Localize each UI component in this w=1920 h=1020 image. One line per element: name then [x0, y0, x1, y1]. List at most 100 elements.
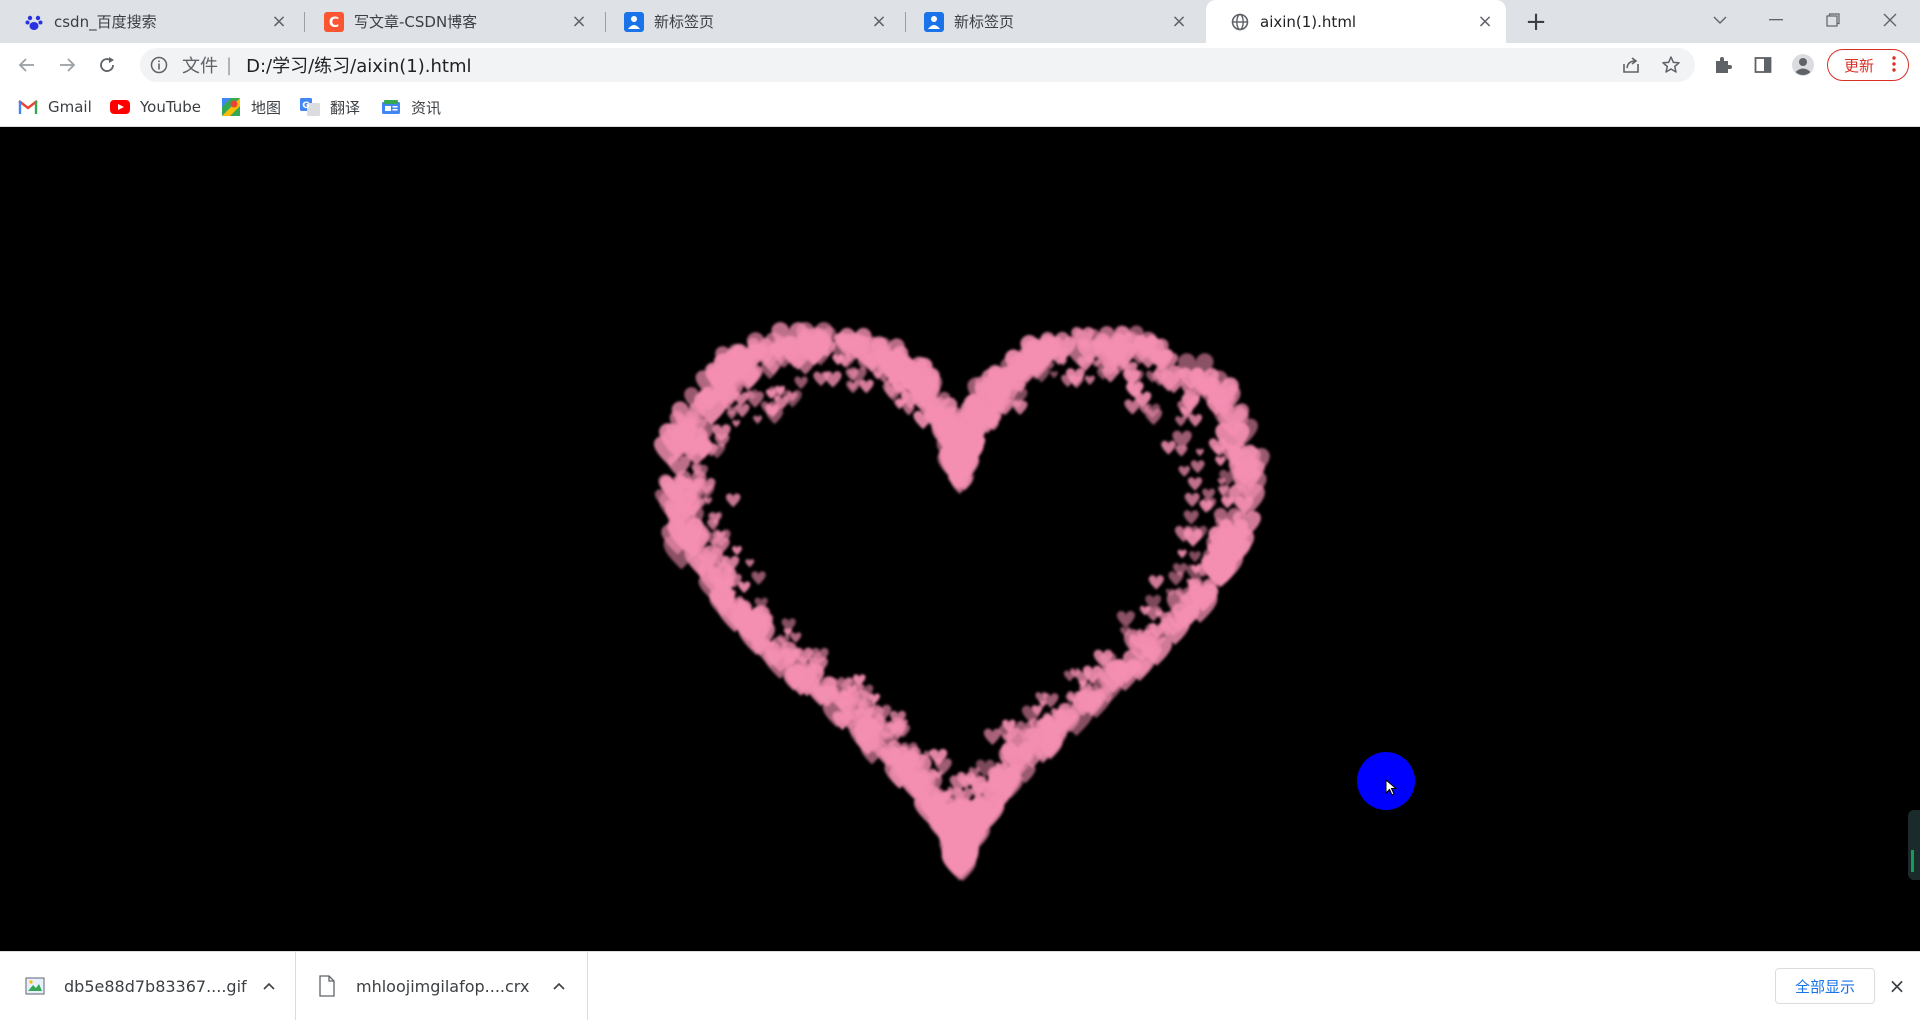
close-download-shelf-icon[interactable]: ×	[1885, 974, 1909, 998]
bookmark-star-icon[interactable]	[1658, 52, 1684, 78]
svg-text:C: C	[329, 15, 339, 31]
svg-text:G: G	[302, 101, 309, 111]
update-button[interactable]: 更新	[1827, 49, 1909, 81]
share-icon[interactable]	[1618, 52, 1644, 78]
heart-particle	[1215, 456, 1226, 467]
url-scheme-label: 文件	[182, 56, 218, 77]
youtube-icon	[110, 97, 130, 117]
tab-close-icon[interactable]: ×	[270, 11, 288, 32]
show-all-downloads-button[interactable]: 全部显示	[1775, 968, 1875, 1004]
heart-particle	[751, 571, 766, 585]
download-filename: mhloojimgilafop....crx	[356, 976, 530, 996]
download-divider	[295, 952, 296, 1020]
heart-particle	[732, 546, 742, 556]
news-icon	[381, 97, 401, 117]
profile-avatar-icon[interactable]	[1789, 51, 1817, 79]
heart-particle	[1188, 414, 1203, 427]
heart-particle	[1189, 551, 1201, 563]
heart-particle	[1196, 448, 1204, 457]
tab-title: aixin(1).html	[1260, 12, 1357, 31]
heart-particle	[745, 559, 755, 568]
chevron-up-icon[interactable]	[260, 977, 278, 995]
heart-particle	[1116, 610, 1135, 628]
tab-new-tab-1[interactable]: 新标签页 ×	[600, 0, 900, 43]
restore-icon[interactable]	[1805, 0, 1861, 40]
bookmark-maps[interactable]: 地图	[221, 95, 281, 119]
heart-particle	[794, 376, 808, 390]
heart-particle	[1050, 371, 1058, 379]
heart-particle	[1190, 460, 1205, 474]
bookmarks-bar: Gmail YouTube 地图 G 翻译 资讯	[0, 87, 1920, 127]
url-divider: |	[226, 54, 233, 76]
tab-close-icon[interactable]: ×	[570, 11, 588, 32]
heart-particle	[983, 728, 1002, 745]
globe-icon	[1230, 12, 1250, 32]
translate-icon: G	[300, 97, 320, 117]
tab-search-chevron-icon[interactable]	[1692, 0, 1748, 40]
back-arrow-icon[interactable]	[11, 49, 43, 81]
tab-aixin-active[interactable]: aixin(1).html ×	[1206, 0, 1506, 43]
download-divider	[587, 952, 588, 1020]
heart-particle	[732, 420, 741, 428]
heart-particle	[735, 403, 750, 418]
image-file-icon	[24, 975, 46, 997]
heart-particle	[738, 581, 751, 594]
heart-particle	[1177, 549, 1187, 559]
heart-particle	[813, 371, 829, 386]
heart-particle	[1161, 440, 1176, 455]
gmail-icon	[18, 97, 38, 117]
more-menu-icon[interactable]	[1892, 56, 1896, 76]
maps-icon	[221, 97, 241, 117]
file-icon	[316, 975, 338, 997]
new-tab-page-icon	[624, 11, 644, 32]
heart-particle	[725, 493, 741, 508]
download-shelf: db5e88d7b83367....gif mhloojimgilafop...…	[0, 951, 1920, 1020]
bookmark-label: Gmail	[48, 98, 92, 116]
reload-icon[interactable]	[91, 49, 123, 81]
heart-particle	[1148, 575, 1164, 590]
info-icon[interactable]	[150, 56, 168, 74]
bookmark-news[interactable]: 资讯	[381, 95, 441, 119]
side-panel-icon[interactable]	[1749, 51, 1777, 79]
tab-baidu[interactable]: csdn_百度搜索 ×	[0, 0, 300, 43]
heart-animation	[653, 322, 1270, 882]
address-bar[interactable]: 文件 | D:/学习/练习/aixin(1).html	[140, 48, 1695, 82]
download-item-gif[interactable]: db5e88d7b83367....gif	[24, 952, 294, 1020]
close-window-icon[interactable]	[1862, 0, 1918, 40]
tab-strip: csdn_百度搜索 × C 写文章-CSDN博客 × 新标签页 × 新标签页 ×…	[0, 0, 1920, 43]
forward-arrow-icon[interactable]	[51, 49, 83, 81]
download-filename: db5e88d7b83367....gif	[64, 976, 247, 996]
heart-particle	[859, 379, 874, 394]
baidu-paw-icon	[24, 12, 44, 32]
browser-toolbar: 文件 | D:/学习/练习/aixin(1).html 更新	[0, 43, 1920, 87]
tab-close-icon[interactable]: ×	[1170, 11, 1188, 32]
tab-new-tab-2[interactable]: 新标签页 ×	[900, 0, 1200, 43]
heart-particle	[1084, 375, 1095, 386]
bookmark-label: YouTube	[140, 98, 201, 116]
mouse-pointer-icon	[1385, 779, 1397, 796]
csdn-c-icon: C	[324, 11, 344, 32]
minimize-icon[interactable]	[1748, 0, 1804, 40]
url-text[interactable]: D:/学习/练习/aixin(1).html	[246, 52, 471, 78]
new-tab-plus-icon[interactable]: +	[1522, 8, 1550, 36]
download-item-crx[interactable]: mhloojimgilafop....crx	[316, 952, 586, 1020]
bookmark-translate[interactable]: G 翻译	[300, 95, 360, 119]
tab-title: csdn_百度搜索	[54, 13, 157, 31]
tab-title: 写文章-CSDN博客	[354, 13, 478, 31]
heart-particle	[1178, 465, 1191, 477]
tab-csdn-write[interactable]: C 写文章-CSDN博客 ×	[300, 0, 600, 43]
bookmark-gmail[interactable]: Gmail	[18, 95, 92, 119]
heart-particle	[1183, 510, 1199, 525]
update-button-label: 更新	[1844, 56, 1875, 75]
heart-particle	[753, 415, 763, 424]
tab-close-icon[interactable]: ×	[870, 11, 888, 32]
bookmark-youtube[interactable]: YouTube	[110, 95, 201, 119]
extensions-puzzle-icon[interactable]	[1709, 51, 1737, 79]
heart-particle	[1187, 477, 1203, 491]
chevron-up-icon[interactable]	[550, 977, 568, 995]
tab-close-icon[interactable]: ×	[1476, 11, 1494, 32]
bookmark-label: 资讯	[411, 98, 442, 117]
side-edge-indicator	[1908, 810, 1920, 880]
tab-title: 新标签页	[954, 13, 1015, 31]
heart-particle	[790, 632, 802, 643]
